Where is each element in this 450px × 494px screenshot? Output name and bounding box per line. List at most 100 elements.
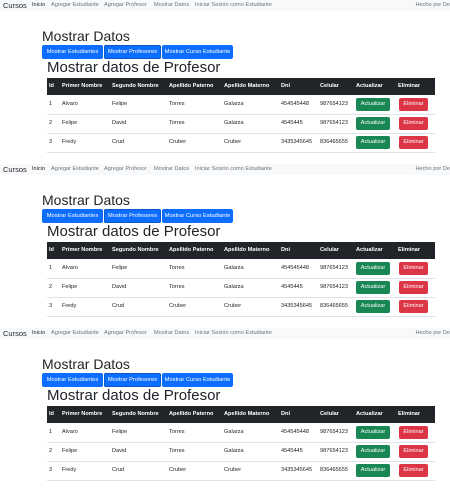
table-row: 3 Fredy Crud Cruber Cruber 3435345645 83646565… (47, 297, 435, 317)
delete-button[interactable]: Eliminar (399, 98, 428, 111)
table-cell: Galarza (224, 448, 244, 454)
show-data-button[interactable]: Mostrar Curso Estudiante (162, 373, 233, 387)
column-header: Segundo Nombre (112, 247, 159, 253)
nav-link[interactable]: Agregar Profesor (104, 0, 147, 11)
table-cell: Crud (112, 139, 125, 145)
navbar: Cursos Inicio Agregar Estudiante Agregar Pr… (0, 328, 450, 339)
update-button[interactable]: Actualizar (356, 426, 390, 439)
navbar-brand[interactable]: Cursos (3, 164, 27, 175)
table-cell: 987654123 (320, 429, 348, 435)
table-cell: Alvaro (62, 429, 78, 435)
column-header: Segundo Nombre (112, 411, 159, 417)
table-header: Id Primer Nombre Segundo Nombre Apellido Pa… (47, 242, 435, 259)
column-header: Eliminar (398, 411, 421, 417)
nav-link[interactable]: Inicio (32, 0, 45, 11)
delete-button[interactable]: Eliminar (399, 445, 428, 458)
show-data-button[interactable]: Mostrar Profesores (104, 45, 161, 59)
show-data-button[interactable]: Mostrar Estudiantes (42, 209, 103, 223)
table-cell: 987654123 (320, 265, 348, 271)
table-cell: David (112, 284, 127, 290)
show-data-button[interactable]: Mostrar Curso Estudiante (162, 45, 233, 59)
table-cell: Felipe (62, 284, 78, 290)
table-cell: 4545445 (281, 120, 303, 126)
nav-link[interactable]: Agregar Profesor (104, 328, 147, 339)
navbar-brand[interactable]: Cursos (3, 0, 27, 11)
nav-link[interactable]: Mostrar Datos (154, 0, 189, 11)
table-cell: 987654123 (320, 448, 348, 454)
table-cell: Felipe (112, 429, 128, 435)
table-cell: Torres (169, 284, 185, 290)
table-row: 1 Alvaro Felipe Torres Galarza 454545448 98765… (47, 423, 435, 443)
column-header: Dni (281, 247, 291, 253)
nav-link[interactable]: Inicio (32, 164, 45, 175)
delete-button[interactable]: Eliminar (399, 426, 428, 439)
update-button[interactable]: Actualizar (356, 262, 390, 275)
table-cell: Fredy (62, 303, 77, 309)
update-button[interactable]: Actualizar (356, 281, 390, 294)
table-cell: Cruber (169, 303, 187, 309)
table-cell: Alvaro (62, 101, 78, 107)
nav-link[interactable]: Agregar Estudiante (51, 328, 99, 339)
column-header: Eliminar (398, 83, 421, 89)
navbar-credit: Hecho por De (415, 166, 450, 172)
delete-button[interactable]: Eliminar (399, 300, 428, 313)
update-button[interactable]: Actualizar (356, 464, 390, 477)
nav-link[interactable]: Iniciar Sesión como Estudiante (195, 0, 272, 11)
nav-link[interactable]: Iniciar Sesión como Estudiante (195, 164, 272, 175)
show-data-button[interactable]: Mostrar Curso Estudiante (162, 209, 233, 223)
delete-button[interactable]: Eliminar (399, 281, 428, 294)
nav-link[interactable]: Inicio (32, 328, 45, 339)
table-cell: 3435345645 (281, 139, 313, 145)
navbar-brand[interactable]: Cursos (3, 328, 27, 339)
column-header: Primer Nombre (62, 83, 103, 89)
table-cell: Galarza (224, 429, 244, 435)
nav-link[interactable]: Mostrar Datos (154, 164, 189, 175)
show-data-button[interactable]: Mostrar Estudiantes (42, 45, 103, 59)
table-cell: Fredy (62, 139, 77, 145)
nav-link[interactable]: Agregar Estudiante (51, 164, 99, 175)
update-button[interactable]: Actualizar (356, 117, 390, 130)
delete-button[interactable]: Eliminar (399, 136, 428, 149)
table-cell: Torres (169, 448, 185, 454)
column-header: Eliminar (398, 247, 421, 253)
update-button[interactable]: Actualizar (356, 300, 390, 313)
nav-link[interactable]: Iniciar Sesión como Estudiante (195, 328, 272, 339)
table-cell: 4545445 (281, 448, 303, 454)
table-cell: Galarza (224, 101, 244, 107)
nav-link[interactable]: Mostrar Datos (154, 328, 189, 339)
column-header: Actualizar (356, 411, 383, 417)
column-header: Celular (320, 411, 339, 417)
column-header: Celular (320, 247, 339, 253)
show-data-button[interactable]: Mostrar Profesores (104, 373, 161, 387)
section-title: Mostrar datos de Profesor (47, 223, 221, 240)
table-row: 2 Felipe David Torres Galarza 4545445 98765412… (47, 442, 435, 462)
update-button[interactable]: Actualizar (356, 136, 390, 149)
table-cell: 836465655 (320, 467, 348, 473)
column-header: Id (49, 83, 54, 89)
nav-link[interactable]: Agregar Estudiante (51, 0, 99, 11)
column-header: Segundo Nombre (112, 83, 159, 89)
table-cell: 4545445 (281, 284, 303, 290)
show-data-button[interactable]: Mostrar Estudiantes (42, 373, 103, 387)
table-cell: 3 (49, 467, 53, 473)
show-data-button[interactable]: Mostrar Profesores (104, 209, 161, 223)
delete-button[interactable]: Eliminar (399, 464, 428, 477)
column-header: Dni (281, 83, 291, 89)
update-button[interactable]: Actualizar (356, 445, 390, 458)
table-row: 2 Felipe David Torres Galarza 4545445 98765412… (47, 278, 435, 298)
table-cell: 2 (49, 448, 53, 454)
column-header: Dni (281, 411, 291, 417)
column-header: Apellido Materno (224, 411, 270, 417)
column-header: Celular (320, 83, 339, 89)
table-cell: 3 (49, 303, 53, 309)
column-header: Id (49, 411, 54, 417)
update-button[interactable]: Actualizar (356, 98, 390, 111)
nav-link[interactable]: Agregar Profesor (104, 164, 147, 175)
table-cell: Cruber (224, 303, 242, 309)
table-cell: Felipe (112, 101, 128, 107)
delete-button[interactable]: Eliminar (399, 262, 428, 275)
table-cell: Torres (169, 120, 185, 126)
section-title: Mostrar datos de Profesor (47, 59, 221, 76)
delete-button[interactable]: Eliminar (399, 117, 428, 130)
table-cell: 3435345645 (281, 467, 313, 473)
